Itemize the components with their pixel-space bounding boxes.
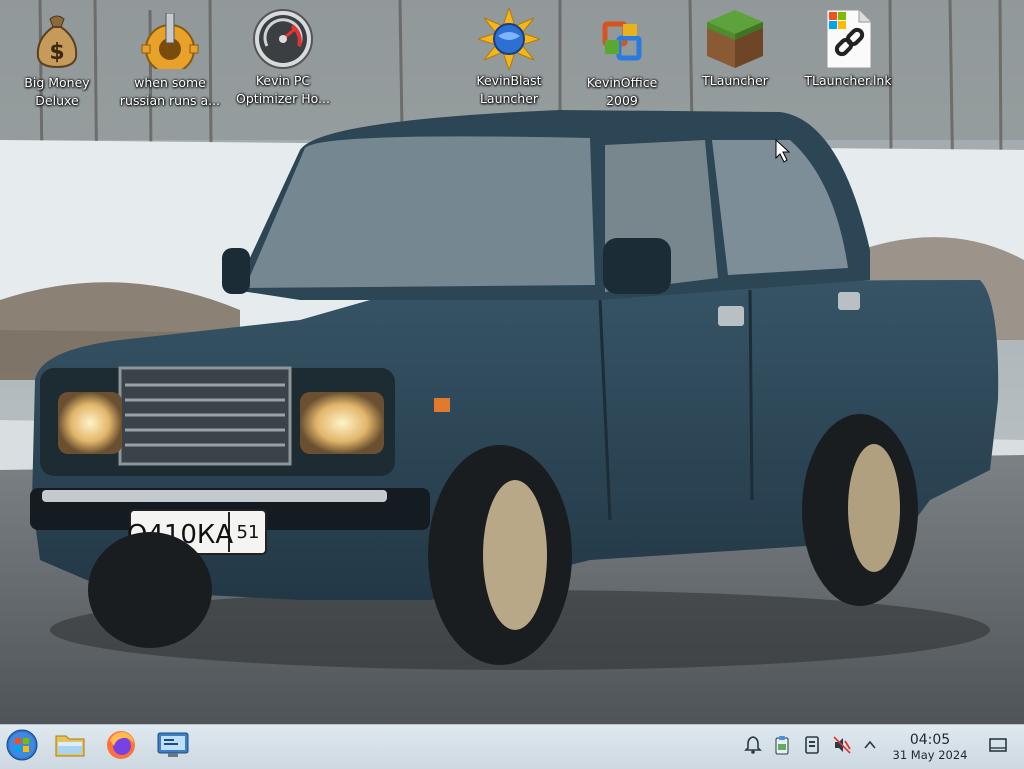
start-orb-icon bbox=[6, 729, 38, 765]
tray-clipboard[interactable] bbox=[771, 736, 793, 758]
speedometer-icon bbox=[252, 8, 314, 70]
tray-notifications[interactable] bbox=[742, 736, 764, 758]
file-manager-folder-icon bbox=[55, 732, 85, 762]
chevron-up-icon bbox=[862, 737, 878, 757]
office-logo-icon bbox=[591, 10, 653, 72]
volume-muted-icon bbox=[832, 735, 852, 759]
firefox-icon bbox=[106, 730, 136, 764]
tray-volume[interactable] bbox=[831, 736, 853, 758]
taskbar-file-manager-button[interactable] bbox=[52, 729, 88, 765]
tray-removable-devices[interactable] bbox=[801, 736, 823, 758]
sunburst-globe-icon bbox=[478, 8, 540, 70]
desktop-icon-kevinoffice-2009[interactable]: KevinOffice 2009 bbox=[570, 10, 674, 110]
start-button[interactable] bbox=[4, 729, 40, 765]
license-plate-region: 51 bbox=[237, 522, 260, 543]
desktop-icon-kevin-pc-optimizer[interactable]: Kevin PC Optimizer Ho... bbox=[231, 8, 335, 108]
shortcut-file-icon bbox=[817, 8, 879, 70]
taskbar-settings-button[interactable] bbox=[155, 729, 191, 765]
taskbar-firefox-button[interactable] bbox=[103, 729, 139, 765]
grass-block-icon bbox=[704, 8, 766, 70]
removable-device-icon bbox=[802, 735, 822, 759]
desktop-icon-tlauncher-lnk[interactable]: TLauncher.lnk bbox=[796, 8, 900, 90]
desktop-icon-kevinblast-launcher[interactable]: KevinBlast Launcher bbox=[457, 8, 561, 108]
show-desktop-icon bbox=[989, 737, 1007, 757]
taskbar: 04:05 31 May 2024 bbox=[0, 724, 1024, 769]
clipboard-icon bbox=[772, 735, 792, 759]
desktop-icon-big-money-deluxe[interactable]: $ Big Money Deluxe bbox=[5, 10, 109, 110]
clock-time: 04:05 bbox=[909, 732, 951, 748]
clock-date: 31 May 2024 bbox=[892, 748, 968, 762]
desktop-icon-tlauncher[interactable]: TLauncher bbox=[683, 8, 787, 90]
notification-bell-icon bbox=[743, 735, 763, 759]
show-desktop-button[interactable] bbox=[987, 736, 1009, 758]
gear-icon bbox=[139, 10, 201, 72]
system-settings-icon bbox=[157, 731, 189, 763]
taskbar-clock[interactable]: 04:05 31 May 2024 bbox=[884, 732, 976, 763]
money-bag-icon: $ bbox=[26, 10, 88, 72]
tray-expand-button[interactable] bbox=[859, 736, 881, 758]
svg-text:$: $ bbox=[49, 40, 64, 65]
desktop-icon-when-some-russian-runs[interactable]: when some russian runs a... bbox=[118, 10, 222, 110]
